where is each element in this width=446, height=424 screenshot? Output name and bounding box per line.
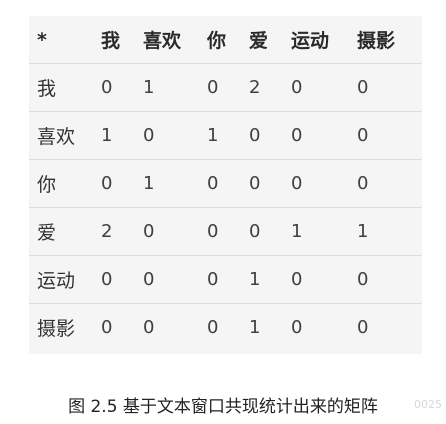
row-header-cell: 喜欢	[37, 126, 76, 148]
co-occurrence-matrix-panel: * 我 喜欢 你 爱 运动 摄影 我 0 1 0 2 0 0 喜欢 1 0 1 …	[29, 16, 422, 354]
row-header-cell: 你	[37, 174, 57, 196]
matrix-cell: 0	[291, 269, 303, 290]
table-row: 喜欢 1 0 1 0 0 0	[29, 111, 422, 160]
table-row: 运动 0 0 0 1 0 0	[29, 255, 422, 304]
table-row: 我 0 1 0 2 0 0	[29, 63, 422, 112]
matrix-cell: 0	[291, 77, 303, 98]
column-header-ai: 爱	[249, 30, 269, 52]
matrix-cell: 1	[207, 125, 219, 146]
matrix-cell: 0	[207, 173, 219, 194]
figure-caption: 图 2.5 基于文本窗口共现统计出来的矩阵	[68, 397, 378, 417]
matrix-cell: 1	[101, 125, 113, 146]
matrix-cell: 1	[249, 269, 261, 290]
matrix-cell: 0	[249, 221, 261, 242]
matrix-cell: 0	[143, 221, 155, 242]
corner-header-cell: *	[37, 28, 47, 51]
column-header-yundong: 运动	[291, 30, 330, 52]
table-row: 爱 2 0 0 0 1 1	[29, 207, 422, 256]
matrix-cell: 0	[357, 125, 369, 146]
matrix-cell: 0	[357, 77, 369, 98]
matrix-cell: 0	[291, 173, 303, 194]
matrix-cell: 0	[357, 317, 369, 338]
matrix-cell: 0	[249, 173, 261, 194]
column-header-ni: 你	[207, 30, 227, 52]
matrix-cell: 1	[143, 173, 155, 194]
matrix-cell: 0	[249, 125, 261, 146]
matrix-cell: 1	[357, 221, 369, 242]
matrix-cell: 0	[207, 317, 219, 338]
table-row: 摄影 0 0 0 1 0 0	[29, 303, 422, 352]
column-header-sheying: 摄影	[357, 30, 396, 52]
row-header-cell: 爱	[37, 222, 57, 244]
matrix-cell: 1	[143, 77, 155, 98]
matrix-cell: 0	[143, 317, 155, 338]
row-header-cell: 我	[37, 78, 57, 100]
table-row: 你 0 1 0 0 0 0	[29, 159, 422, 208]
column-header-xihuan: 喜欢	[143, 30, 182, 52]
matrix-cell: 0	[207, 221, 219, 242]
co-occurrence-matrix-table: * 我 喜欢 你 爱 运动 摄影 我 0 1 0 2 0 0 喜欢 1 0 1 …	[29, 16, 422, 351]
watermark-text: 0025	[414, 398, 442, 411]
matrix-cell: 0	[143, 125, 155, 146]
matrix-cell: 2	[249, 77, 261, 98]
matrix-cell: 1	[249, 317, 261, 338]
header-row: * 我 喜欢 你 爱 运动 摄影	[29, 16, 422, 64]
matrix-cell: 0	[101, 269, 113, 290]
matrix-cell: 1	[291, 221, 303, 242]
matrix-cell: 0	[357, 269, 369, 290]
matrix-cell: 0	[291, 125, 303, 146]
matrix-cell: 0	[101, 317, 113, 338]
matrix-cell: 2	[101, 221, 113, 242]
matrix-cell: 0	[101, 173, 113, 194]
matrix-cell: 0	[207, 77, 219, 98]
matrix-cell: 0	[143, 269, 155, 290]
row-header-cell: 摄影	[37, 318, 76, 340]
matrix-cell: 0	[357, 173, 369, 194]
matrix-cell: 0	[207, 269, 219, 290]
matrix-cell: 0	[291, 317, 303, 338]
row-header-cell: 运动	[37, 270, 76, 292]
matrix-cell: 0	[101, 77, 113, 98]
column-header-wo: 我	[101, 30, 121, 52]
